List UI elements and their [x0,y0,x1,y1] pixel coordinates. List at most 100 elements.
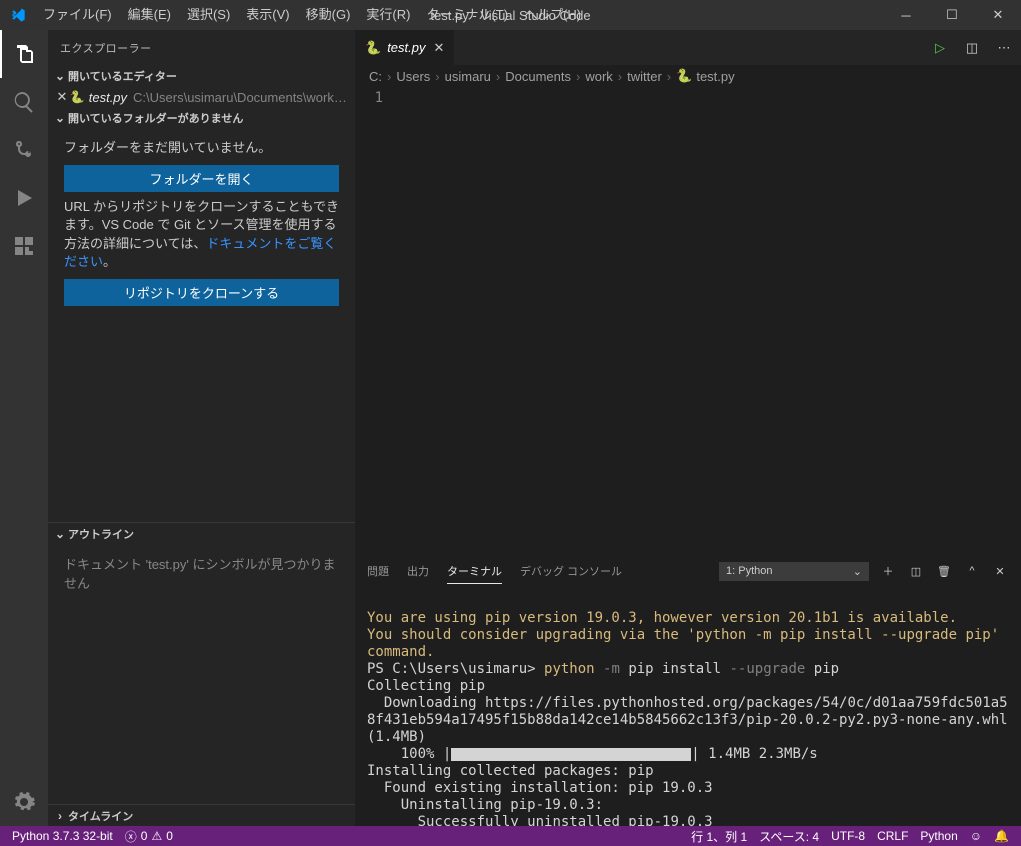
menu-selection[interactable]: 選択(S) [179,0,238,30]
outline-empty-message: ドキュメント 'test.py' にシンボルが見つかりません [48,544,355,804]
error-count: 0 [141,829,148,843]
no-folder-header[interactable]: ⌄ 開いているフォルダーがありません [48,107,355,129]
new-terminal-icon[interactable]: ＋ [879,563,897,579]
title-bar: ファイル(F) 編集(E) 選択(S) 表示(V) 移動(G) 実行(R) ター… [0,0,1021,30]
status-python-version[interactable]: Python 3.7.3 32-bit [6,829,119,843]
panel-tabs: 問題 出力 ターミナル デバッグ コンソール 1: Python ⌄ ＋ ◫ 🗑… [355,555,1021,587]
run-icon[interactable]: ▷ [929,40,951,56]
open-folder-button[interactable]: フォルダーを開く [64,165,339,192]
status-bell-icon[interactable]: 🔔 [988,828,1015,845]
terminal-arg: pip [814,661,839,677]
chevron-right-icon: › [576,69,580,84]
outline-label: アウトライン [68,526,134,542]
breadcrumbs[interactable]: C:› Users› usimaru› Documents› work› twi… [355,65,1021,87]
terminal-line: You are using pip version 19.0.3, howeve… [367,610,957,626]
breadcrumb-item[interactable]: usimaru [445,69,491,84]
chevron-right-icon: › [52,809,68,823]
chevron-down-icon: ⌄ [52,111,68,125]
timeline-header[interactable]: › タイムライン [48,804,355,826]
warning-count: 0 [166,829,173,843]
explorer-icon[interactable] [0,30,48,78]
close-icon[interactable]: ✕ [975,0,1021,30]
status-language[interactable]: Python [914,828,963,845]
status-feedback-icon[interactable]: ☺ [964,828,988,845]
clone-text: URL からリポジトリをクローンすることもできます。VS Code で Git … [64,198,339,271]
sidebar: エクスプローラー ⌄ 開いているエディター ✕ 🐍 test.py C:\Use… [48,30,355,826]
python-file-icon: 🐍 [676,68,692,84]
breadcrumb-item[interactable]: work [585,69,612,84]
outline-header[interactable]: ⌄ アウトライン [48,522,355,544]
maximize-icon[interactable]: ☐ [929,0,975,30]
editor-tabs: 🐍 test.py ✕ ▷ ◫ ⋯ [355,30,1021,65]
terminal-line: Downloading https://files.pythonhosted.o… [367,695,1016,745]
more-actions-icon[interactable]: ⋯ [993,40,1015,56]
open-editors-header[interactable]: ⌄ 開いているエディター [48,65,355,87]
menu-run[interactable]: 実行(R) [358,0,418,30]
maximize-panel-icon[interactable]: ^ [963,565,981,577]
activity-bar [0,30,48,826]
tab-testpy[interactable]: 🐍 test.py ✕ [355,30,455,65]
terminal-line: Found existing installation: pip 19.0.3 [367,780,713,796]
status-bar: Python 3.7.3 32-bit ⓧ0 ⚠0 行 1、列 1 スペース: … [0,826,1021,846]
terminal-arg: pip install [628,661,721,677]
progress-bar [451,748,691,761]
run-debug-icon[interactable] [0,174,48,222]
open-editor-item[interactable]: ✕ 🐍 test.py C:\Users\usimaru\Documents\w… [48,87,355,107]
chevron-right-icon: › [618,69,622,84]
status-encoding[interactable]: UTF-8 [825,828,871,845]
extensions-icon[interactable] [0,222,48,270]
terminal-line: You should consider upgrading via the 'p… [367,627,1008,660]
terminal-line: Successfully uninstalled pip-19.0.3 [367,814,713,826]
line-number: 1 [355,90,383,106]
minimize-icon[interactable]: ─ [883,0,929,30]
terminal-line: Installing collected packages: pip [367,763,654,779]
error-icon: ⓧ [125,828,137,845]
chevron-down-icon: ⌄ [52,69,68,83]
breadcrumb-item[interactable]: C: [369,69,382,84]
clone-post-text: 。 [103,254,116,269]
split-editor-icon[interactable]: ◫ [961,40,983,56]
status-problems[interactable]: ⓧ0 ⚠0 [119,828,179,845]
menu-go[interactable]: 移動(G) [298,0,359,30]
terminal-output[interactable]: You are using pip version 19.0.3, howeve… [355,587,1021,826]
search-icon[interactable] [0,78,48,126]
terminal-arg: --upgrade [729,661,805,677]
editor-area: 🐍 test.py ✕ ▷ ◫ ⋯ C: › Users › usimaru › Do… [355,30,1021,826]
close-panel-icon[interactable]: ✕ [991,565,1009,578]
open-editor-filename: test.py [89,90,127,105]
window-title: test.py - Visual Studio Code [430,8,590,23]
status-indent[interactable]: スペース: 4 [753,828,825,845]
editor-body[interactable]: 1 [355,87,1021,554]
panel-tab-problems[interactable]: 問題 [367,559,389,583]
no-folder-body: フォルダーをまだ開いていません。 フォルダーを開く URL からリポジトリをクロ… [48,129,355,316]
breadcrumb-item[interactable]: Users [396,69,430,84]
warning-icon: ⚠ [151,829,162,843]
panel-tab-debug[interactable]: デバッグ コンソール [520,559,622,583]
status-cursor-position[interactable]: 行 1、列 1 [685,828,753,845]
breadcrumb-item[interactable]: twitter [627,69,662,84]
status-eol[interactable]: CRLF [871,828,914,845]
editor-actions: ▷ ◫ ⋯ [929,30,1021,65]
trash-icon[interactable]: 🗑 [935,565,953,578]
settings-gear-icon[interactable] [0,778,48,826]
no-folder-label: 開いているフォルダーがありません [68,110,243,126]
menu-view[interactable]: 表示(V) [238,0,297,30]
close-editor-icon[interactable]: ✕ [54,89,70,105]
source-control-icon[interactable] [0,126,48,174]
breadcrumb-item[interactable]: Documents [505,69,571,84]
clone-repo-button[interactable]: リポジトリをクローンする [64,279,339,306]
chevron-down-icon: ⌄ [52,527,68,541]
panel-tab-output[interactable]: 出力 [407,559,429,583]
breadcrumb-file[interactable]: test.py [696,69,734,84]
code-area[interactable] [395,87,1021,554]
close-tab-icon[interactable]: ✕ [433,40,444,56]
menu-edit[interactable]: 編集(E) [120,0,179,30]
chevron-right-icon: › [667,69,671,84]
no-folder-message: フォルダーをまだ開いていません。 [64,139,339,157]
terminal-selector[interactable]: 1: Python ⌄ [719,562,869,581]
menu-file[interactable]: ファイル(F) [35,0,120,30]
python-file-icon: 🐍 [365,40,381,56]
panel-tab-terminal[interactable]: ターミナル [447,559,502,584]
chevron-down-icon: ⌄ [853,565,862,578]
split-terminal-icon[interactable]: ◫ [907,565,925,578]
